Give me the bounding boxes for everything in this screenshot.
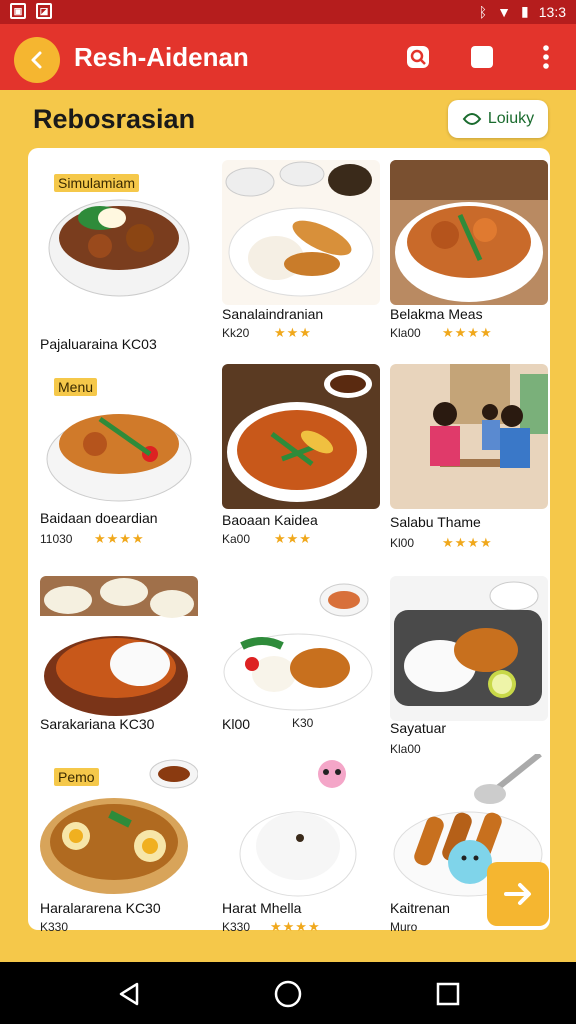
menu-panel: Simulamiam Pajaluaraina KC03 Sanalaindra… bbox=[28, 148, 550, 934]
dish-name: Salabu Thame bbox=[390, 514, 481, 530]
nav-recents-button[interactable] bbox=[431, 977, 465, 1011]
app-bar: Resh-Aidenan bbox=[0, 24, 576, 90]
back-arrow-icon bbox=[31, 51, 42, 69]
square-button[interactable] bbox=[466, 41, 498, 73]
more-vert-icon bbox=[543, 45, 549, 69]
arrow-right-icon bbox=[504, 883, 531, 905]
dish-name: Pajaluaraina KC03 bbox=[40, 336, 157, 352]
lucky-chip[interactable]: Loiuky bbox=[448, 100, 548, 138]
search-icon bbox=[407, 46, 429, 68]
search-button[interactable] bbox=[402, 41, 434, 73]
rating-stars: ★★★ bbox=[274, 531, 312, 546]
next-button[interactable] bbox=[487, 862, 549, 926]
dish-name: Sanalaindranian bbox=[222, 306, 324, 322]
more-menu-button[interactable] bbox=[530, 41, 562, 73]
dish-image bbox=[222, 754, 380, 899]
dish-price: Ka00 bbox=[222, 532, 251, 546]
dish-image bbox=[40, 576, 198, 721]
nav-back-button[interactable] bbox=[112, 977, 146, 1011]
battery-icon: ▮ bbox=[521, 3, 529, 19]
nav-home-button[interactable] bbox=[271, 977, 305, 1011]
dish-image bbox=[390, 160, 548, 305]
status-time: 13:3 bbox=[538, 3, 566, 20]
system-nav-bar bbox=[0, 962, 576, 1024]
dish-price: Kla00 bbox=[390, 326, 421, 340]
status-bar: ▣ ◪ ᛒ ▼ ▮ 13:3 bbox=[0, 0, 576, 24]
restaurant-photo bbox=[390, 364, 548, 509]
dish-name: Sarakariana KC30 bbox=[40, 716, 155, 732]
back-button[interactable] bbox=[14, 37, 60, 83]
dish-image bbox=[390, 576, 548, 721]
section-header: Rebosrasian Loiuky bbox=[0, 90, 576, 148]
app-title: Resh-Aidenan bbox=[74, 42, 249, 72]
dish-name: Sayatuar bbox=[390, 720, 447, 736]
rating-stars: ★★★★ bbox=[442, 325, 493, 340]
dish-name: Kl00 bbox=[222, 716, 251, 732]
dish-image bbox=[222, 364, 380, 509]
dish-name: Kaitrenan bbox=[390, 900, 450, 916]
card-tag: Pemo bbox=[54, 768, 99, 786]
image-notification-icon: ◪ bbox=[36, 3, 52, 19]
dish-price: Kk20 bbox=[222, 326, 250, 340]
leaf-icon bbox=[462, 113, 482, 125]
card-tag: Menu bbox=[54, 378, 98, 396]
dish-name: Harat Mhella bbox=[222, 900, 302, 916]
rating-stars: ★★★★ bbox=[442, 535, 493, 550]
dish-price: K30 bbox=[292, 716, 314, 730]
dish-name: Belakma Meas bbox=[390, 306, 483, 322]
nav-recents-icon bbox=[436, 982, 460, 1006]
dish-price: Muro bbox=[390, 920, 418, 934]
wifi-icon: ▼ bbox=[497, 3, 512, 20]
nav-home-icon bbox=[274, 980, 302, 1008]
bluetooth-icon: ᛒ bbox=[478, 3, 488, 20]
rating-stars: ★★★ bbox=[274, 325, 312, 340]
dish-name: Baoaan Kaidea bbox=[222, 512, 318, 528]
square-icon bbox=[471, 46, 493, 68]
nav-back-icon bbox=[119, 982, 139, 1006]
dish-image bbox=[222, 160, 380, 305]
card-tag: Simulamiam bbox=[54, 174, 140, 192]
dish-price: 11030 bbox=[40, 532, 73, 546]
rating-stars: ★★★★ bbox=[270, 919, 321, 934]
rating-stars: ★★★★ bbox=[94, 531, 145, 546]
gallery-notification-icon: ▣ bbox=[10, 3, 26, 19]
page-title: Rebosrasian bbox=[33, 104, 196, 134]
dish-price: Kl00 bbox=[390, 536, 415, 550]
dish-name: Haralararena KC30 bbox=[40, 900, 161, 916]
chip-label: Loiuky bbox=[487, 110, 535, 127]
dish-name: Baidaan doeardian bbox=[40, 510, 158, 526]
dish-price: K330 bbox=[222, 920, 251, 934]
dish-image bbox=[222, 576, 380, 721]
dish-price: K330 bbox=[40, 920, 69, 934]
